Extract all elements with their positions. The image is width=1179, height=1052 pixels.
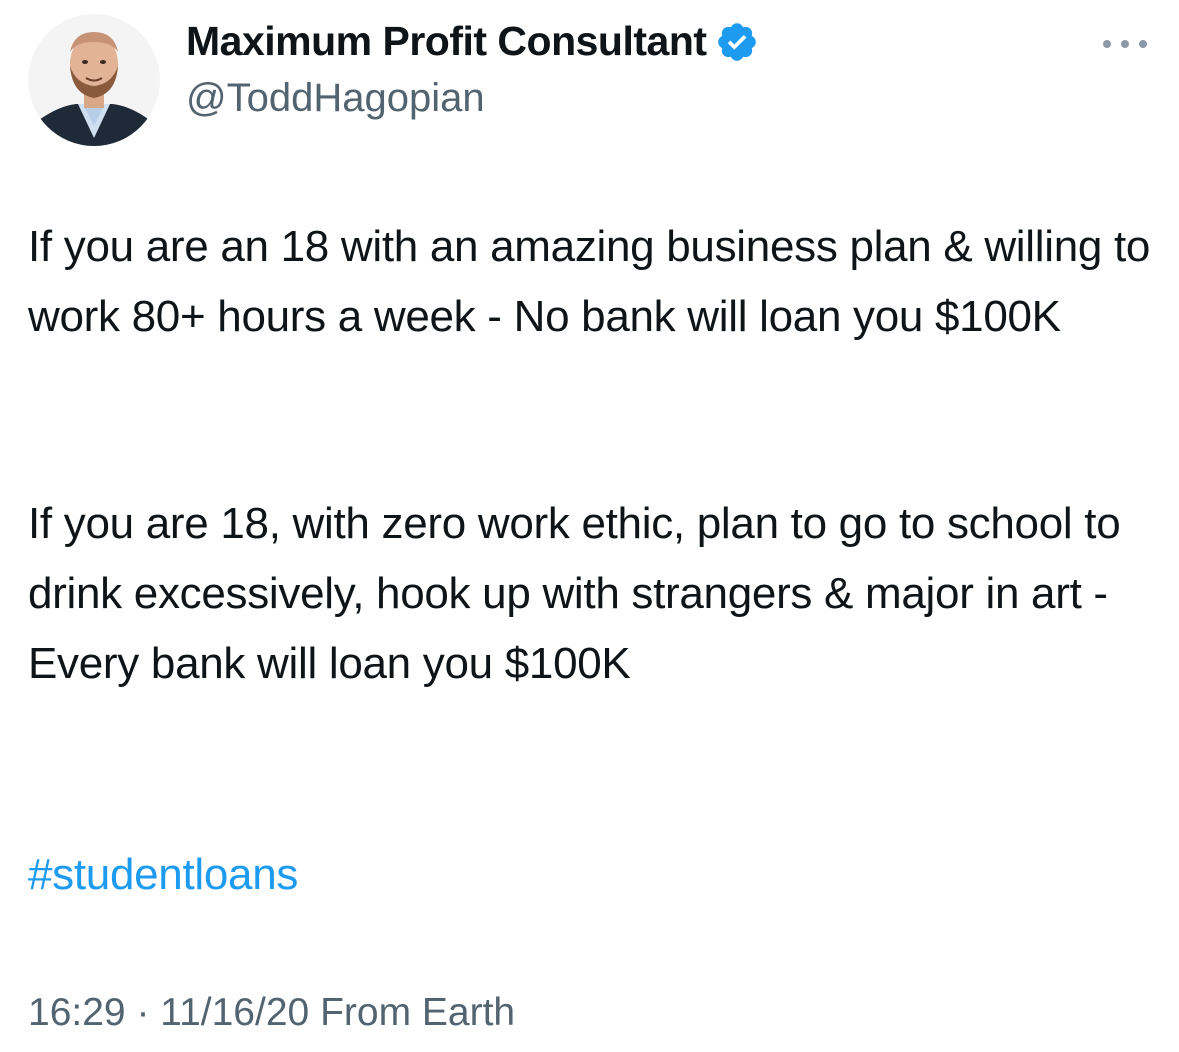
tweet-time[interactable]: 16:29 [28,991,126,1034]
tweet-meta: 16:29 · 11/16/20 From Earth [28,986,515,1040]
more-dot [1103,40,1111,48]
more-options-icon[interactable] [1103,32,1147,56]
more-dot [1139,40,1147,48]
tweet-paragraph-2: If you are 18, with zero work ethic, pla… [28,499,1121,688]
tweet: Maximum Profit Consultant @ToddHagopian … [0,0,1179,1052]
tweet-date[interactable]: 11/16/20 [160,991,309,1034]
author-name-row: Maximum Profit Consultant [186,18,759,65]
profile-photo-icon [28,14,160,146]
tweet-source: From Earth [320,991,516,1034]
verified-badge-icon [715,20,759,64]
author-display-name[interactable]: Maximum Profit Consultant [186,18,707,65]
more-dot [1121,40,1129,48]
hashtag-link[interactable]: #studentloans [28,840,298,910]
avatar[interactable] [28,14,160,146]
meta-separator: · [136,991,150,1034]
author-handle[interactable]: @ToddHagopian [186,76,485,121]
tweet-paragraph-1: If you are an 18 with an amazing busines… [28,222,1151,341]
